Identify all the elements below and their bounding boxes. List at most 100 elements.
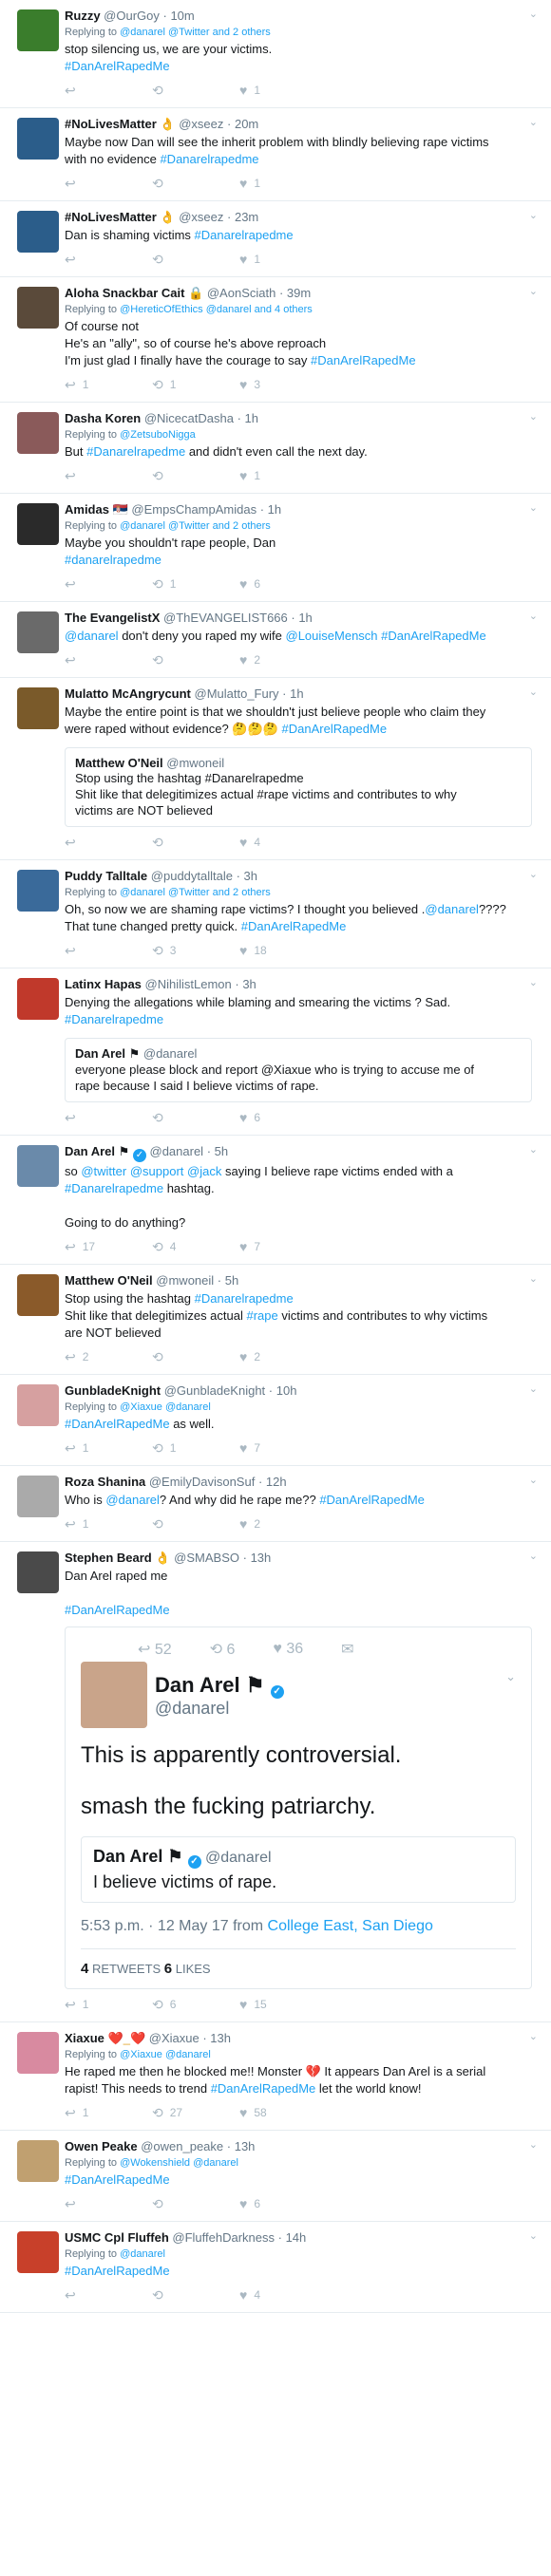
hashtag-link[interactable]: #Danarelrapedme (86, 444, 185, 459)
mention-link[interactable]: @twitter (81, 1164, 126, 1178)
mention-link[interactable]: @danarel (425, 902, 479, 916)
retweet-button[interactable]: ⟲ (152, 653, 239, 667)
chevron-down-icon[interactable]: ⌄ (529, 868, 538, 880)
author-handle[interactable]: @FluffehDarkness (169, 2230, 275, 2245)
reply-button[interactable]: ↩ 1 (65, 1441, 152, 1455)
retweet-button[interactable]: ⟲ 6 (152, 1998, 239, 2011)
avatar[interactable] (17, 503, 59, 545)
retweet-button[interactable]: ⟲ 1 (152, 577, 239, 591)
reply-button[interactable]: ↩ 2 (65, 1350, 152, 1363)
reply-targets[interactable]: @HereticOfEthics @danarel and 4 others (120, 304, 313, 315)
hashtag-link[interactable]: #danarelrapedme (65, 553, 162, 567)
avatar[interactable] (17, 1476, 59, 1517)
tweet-timestamp[interactable]: 1h (268, 502, 281, 517)
author-handle[interactable]: @NicecatDasha (141, 411, 234, 425)
hashtag-link[interactable]: #DanArelRapedMe (282, 722, 388, 736)
reply-button[interactable]: ↩ (65, 577, 152, 591)
avatar[interactable] (17, 118, 59, 160)
tweet-timestamp[interactable]: 10m (170, 9, 194, 23)
author-handle[interactable]: @xseez (176, 210, 223, 224)
reply-button[interactable]: ↩ (65, 944, 152, 957)
hashtag-link[interactable]: #DanArelRapedMe (319, 1493, 425, 1507)
chevron-down-icon[interactable]: ⌄ (529, 410, 538, 423)
hashtag-link[interactable]: @danarel (105, 1493, 160, 1507)
retweet-button[interactable]: ⟲ 27 (152, 2106, 239, 2119)
avatar[interactable] (17, 9, 59, 51)
hashtag-link[interactable]: #Danarelrapedme (195, 228, 294, 242)
mention-link[interactable]: #DanArelRapedMe (378, 629, 486, 643)
like-button[interactable]: ♥ 1 (239, 177, 327, 190)
hashtag-link[interactable]: #DanArelRapedMe (65, 1417, 170, 1431)
avatar[interactable] (17, 2032, 59, 2074)
quoted-tweet[interactable]: Dan Arel ⚑ @danarel everyone please block… (65, 1038, 532, 1102)
reply-button[interactable]: ↩ (65, 653, 152, 667)
tweet-timestamp[interactable]: 1h (245, 411, 258, 425)
author-handle[interactable]: @mwoneil (153, 1273, 214, 1288)
chevron-down-icon[interactable]: ⌄ (529, 610, 538, 622)
author-name[interactable]: Roza Shanina (65, 1475, 145, 1489)
chevron-down-icon[interactable]: ⌄ (529, 2229, 538, 2242)
tweet-timestamp[interactable]: 5h (215, 1144, 228, 1158)
like-button[interactable]: ♥ 1 (239, 84, 327, 97)
retweet-button[interactable]: ⟲ (152, 836, 239, 849)
avatar[interactable] (17, 1384, 59, 1426)
chevron-down-icon[interactable]: ⌄ (529, 2138, 538, 2151)
author-handle[interactable]: @ThEVANGELIST666 (160, 611, 288, 625)
like-button[interactable]: ♥ 1 (239, 253, 327, 266)
chevron-down-icon[interactable]: ⌄ (529, 1272, 538, 1285)
avatar[interactable] (17, 611, 59, 653)
chevron-down-icon[interactable]: ⌄ (529, 1474, 538, 1486)
retweet-button[interactable]: ⟲ (152, 2288, 239, 2302)
author-handle[interactable]: @EmilyDavisonSuf (145, 1475, 255, 1489)
reply-button[interactable]: ↩ 1 (65, 2106, 152, 2119)
retweet-button[interactable]: ⟲ (152, 2197, 239, 2210)
author-handle[interactable]: @puddytalltale (147, 869, 233, 883)
tweet-timestamp[interactable]: 13h (210, 2031, 231, 2045)
chevron-down-icon[interactable]: ⌄ (529, 1550, 538, 1562)
avatar[interactable] (17, 1274, 59, 1316)
avatar[interactable] (17, 1145, 59, 1187)
author-name[interactable]: Puddy Talltale (65, 869, 147, 883)
avatar[interactable] (17, 2140, 59, 2182)
author-handle[interactable]: @GunbladeKnight (161, 1383, 265, 1398)
avatar[interactable] (17, 1551, 59, 1593)
author-name[interactable]: USMC Cpl Fluffeh (65, 2230, 169, 2245)
tweet-timestamp[interactable]: 10h (276, 1383, 297, 1398)
reply-button[interactable]: ↩ (65, 84, 152, 97)
hashtag-link[interactable]: #Danarelrapedme (65, 1012, 163, 1026)
author-name[interactable]: Latinx Hapas (65, 977, 142, 991)
reply-button[interactable]: ↩ (65, 2288, 152, 2302)
reply-targets[interactable]: @Xiaxue @danarel (120, 1401, 211, 1413)
chevron-down-icon[interactable]: ⌄ (529, 686, 538, 698)
tweet-timestamp[interactable]: 13h (235, 2139, 256, 2153)
author-name[interactable]: Dan Arel (65, 1144, 115, 1158)
hashtag-link[interactable]: #Danarelrapedme (160, 152, 258, 166)
tweet-timestamp[interactable]: 1h (298, 611, 312, 625)
retweet-button[interactable]: ⟲ (152, 1350, 239, 1363)
avatar[interactable] (17, 687, 59, 729)
reply-targets[interactable]: @ZetsuboNigga (120, 429, 196, 441)
retweet-button[interactable]: ⟲ 1 (152, 1441, 239, 1455)
avatar[interactable] (17, 978, 59, 1020)
hashtag-link[interactable]: #DanArelRapedMe (311, 353, 416, 367)
author-name[interactable]: Xiaxue (65, 2031, 104, 2045)
author-handle[interactable]: @Xiaxue (145, 2031, 200, 2045)
reply-targets[interactable]: @danarel @Twitter and 2 others (120, 520, 271, 532)
reply-button[interactable]: ↩ (65, 1111, 152, 1124)
author-handle[interactable]: @EmpsChampAmidas (128, 502, 256, 517)
like-button[interactable]: ♥ 3 (239, 378, 327, 391)
reply-button[interactable]: ↩ (65, 253, 152, 266)
like-button[interactable]: ♥ 7 (239, 1240, 327, 1253)
reply-targets[interactable]: @Xiaxue @danarel (120, 2049, 211, 2060)
avatar[interactable] (17, 412, 59, 454)
like-button[interactable]: ♥ 2 (239, 1350, 327, 1363)
reply-button[interactable]: ↩ (65, 177, 152, 190)
author-name[interactable]: Aloha Snackbar Cait (65, 286, 184, 300)
retweet-button[interactable]: ⟲ (152, 1111, 239, 1124)
retweet-button[interactable]: ⟲ (152, 177, 239, 190)
chevron-down-icon[interactable]: ⌄ (529, 976, 538, 988)
like-button[interactable]: ♥ 15 (239, 1998, 327, 2011)
like-button[interactable]: ♥ 6 (239, 2197, 327, 2210)
chevron-down-icon[interactable]: ⌄ (529, 8, 538, 20)
tweet-timestamp[interactable]: 3h (242, 977, 256, 991)
